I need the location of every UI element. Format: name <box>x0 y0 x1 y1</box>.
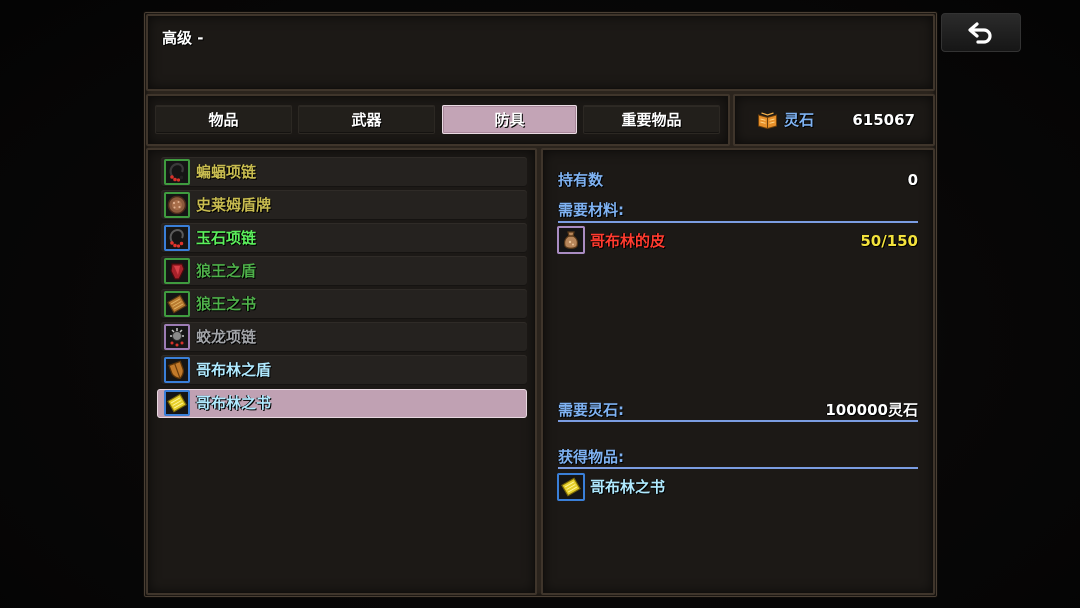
goblin-hide-icon[interactable] <box>557 226 585 254</box>
materials-divider <box>558 221 918 223</box>
item-name: 玉石项链 <box>196 229 257 247</box>
owned-value: 0 <box>907 171 918 189</box>
wolf-king-book-icon <box>164 291 190 317</box>
tab-items[interactable]: 物品 <box>155 105 292 134</box>
tab-weapons[interactable]: 武器 <box>298 105 435 134</box>
title-panel: 高级 - <box>146 14 935 91</box>
dragon-necklace-icon <box>164 324 190 350</box>
goblin-shield-icon <box>164 357 190 383</box>
bat-necklace-icon <box>164 159 190 185</box>
spirit-stone-icon <box>758 112 777 130</box>
return-arrow-icon <box>968 21 992 44</box>
materials-label: 需要材料: <box>558 201 624 219</box>
stone-cost-divider <box>558 420 918 422</box>
currency-amount: 615067 <box>852 111 915 129</box>
result-divider <box>558 467 918 469</box>
item-name: 史莱姆盾牌 <box>196 196 272 214</box>
item-row[interactable]: 哥布林之盾 <box>161 355 527 385</box>
slime-shield-icon <box>164 192 190 218</box>
item-row[interactable]: 玉石项链 <box>161 223 527 253</box>
goblin-book-icon <box>164 390 190 416</box>
item-row[interactable]: 狼王之盾 <box>161 256 527 286</box>
item-name: 蛟龙项链 <box>196 328 257 346</box>
stone-cost-value: 100000灵石 <box>825 401 918 419</box>
tab-armor[interactable]: 防具 <box>442 105 577 134</box>
jade-necklace-icon <box>164 225 190 251</box>
stone-cost-label: 需要灵石: <box>558 401 624 419</box>
item-name: 狼王之书 <box>196 295 257 313</box>
currency-label: 灵石 <box>784 111 815 129</box>
owned-label: 持有数 <box>558 171 604 189</box>
goblin-book-icon[interactable] <box>557 473 585 501</box>
back-button[interactable] <box>941 13 1021 52</box>
item-row[interactable]: 狼王之书 <box>161 289 527 319</box>
item-name: 哥布林之书 <box>196 394 272 412</box>
item-row[interactable]: 史莱姆盾牌 <box>161 190 527 220</box>
tab-key-items[interactable]: 重要物品 <box>583 105 720 134</box>
wolf-king-shield-icon <box>164 258 190 284</box>
item-name: 狼王之盾 <box>196 262 257 280</box>
item-name: 蝙蝠项链 <box>196 163 257 181</box>
item-row[interactable]: 蛟龙项链 <box>161 322 527 352</box>
item-row[interactable]: 蝙蝠项链 <box>161 157 527 187</box>
material-name: 哥布林的皮 <box>590 232 666 250</box>
result-item-name: 哥布林之书 <box>590 478 666 496</box>
item-name: 哥布林之盾 <box>196 361 272 379</box>
result-label: 获得物品: <box>558 448 624 466</box>
page-title: 高级 - <box>162 29 204 47</box>
material-quantity: 50/150 <box>860 232 918 250</box>
item-row-selected[interactable]: 哥布林之书 <box>157 389 527 418</box>
